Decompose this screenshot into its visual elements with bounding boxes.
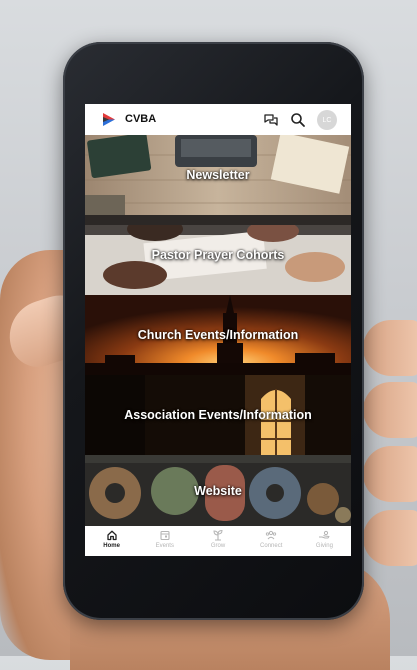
chat-icon[interactable] xyxy=(263,112,279,128)
tile-label: Newsletter xyxy=(186,168,250,182)
giving-hand-icon xyxy=(319,530,330,539)
search-icon[interactable] xyxy=(290,112,306,128)
tab-connect[interactable]: Connect xyxy=(245,526,298,556)
tab-label: Home xyxy=(103,543,120,549)
home-icon xyxy=(106,530,117,541)
people-icon xyxy=(266,530,277,540)
calendar-icon xyxy=(160,530,170,541)
tile-pastor-prayer-cohorts[interactable]: Pastor Prayer Cohorts xyxy=(85,215,351,295)
tab-giving[interactable]: Giving xyxy=(298,526,351,556)
tab-label: Grow xyxy=(210,543,226,549)
app-bar: CVBA LC xyxy=(85,104,351,135)
tile-newsletter[interactable]: Newsletter xyxy=(85,135,351,215)
tile-website[interactable]: Website xyxy=(85,455,351,526)
tab-grow[interactable]: Grow xyxy=(191,526,244,556)
tile-church-events[interactable]: Church Events/Information xyxy=(85,295,351,375)
avatar-initials: LC xyxy=(322,116,332,124)
tile-label: Association Events/Information xyxy=(124,408,312,422)
tab-label: Connect xyxy=(260,543,283,549)
tab-label: Events xyxy=(155,543,174,549)
app-screen: CVBA LC Newsletter Pastor Prayer Cohorts… xyxy=(85,104,351,556)
tile-label: Church Events/Information xyxy=(137,328,299,342)
fingers xyxy=(357,320,417,580)
tile-association-events[interactable]: Association Events/Information xyxy=(85,375,351,455)
tab-home[interactable]: Home xyxy=(85,526,138,556)
tab-label: Giving xyxy=(315,543,333,549)
cvba-logo-icon xyxy=(103,113,115,126)
tile-label: Pastor Prayer Cohorts xyxy=(151,248,285,262)
tab-events[interactable]: Events xyxy=(138,526,191,556)
tile-label: Website xyxy=(194,483,242,498)
sprout-icon xyxy=(213,529,223,541)
user-avatar[interactable]: LC xyxy=(317,110,337,130)
bottom-tab-bar: Home Events Grow Connect Giving xyxy=(85,526,351,556)
menu-tiles: Newsletter Pastor Prayer Cohorts Church … xyxy=(85,135,351,526)
app-title: CVBA xyxy=(125,113,157,125)
